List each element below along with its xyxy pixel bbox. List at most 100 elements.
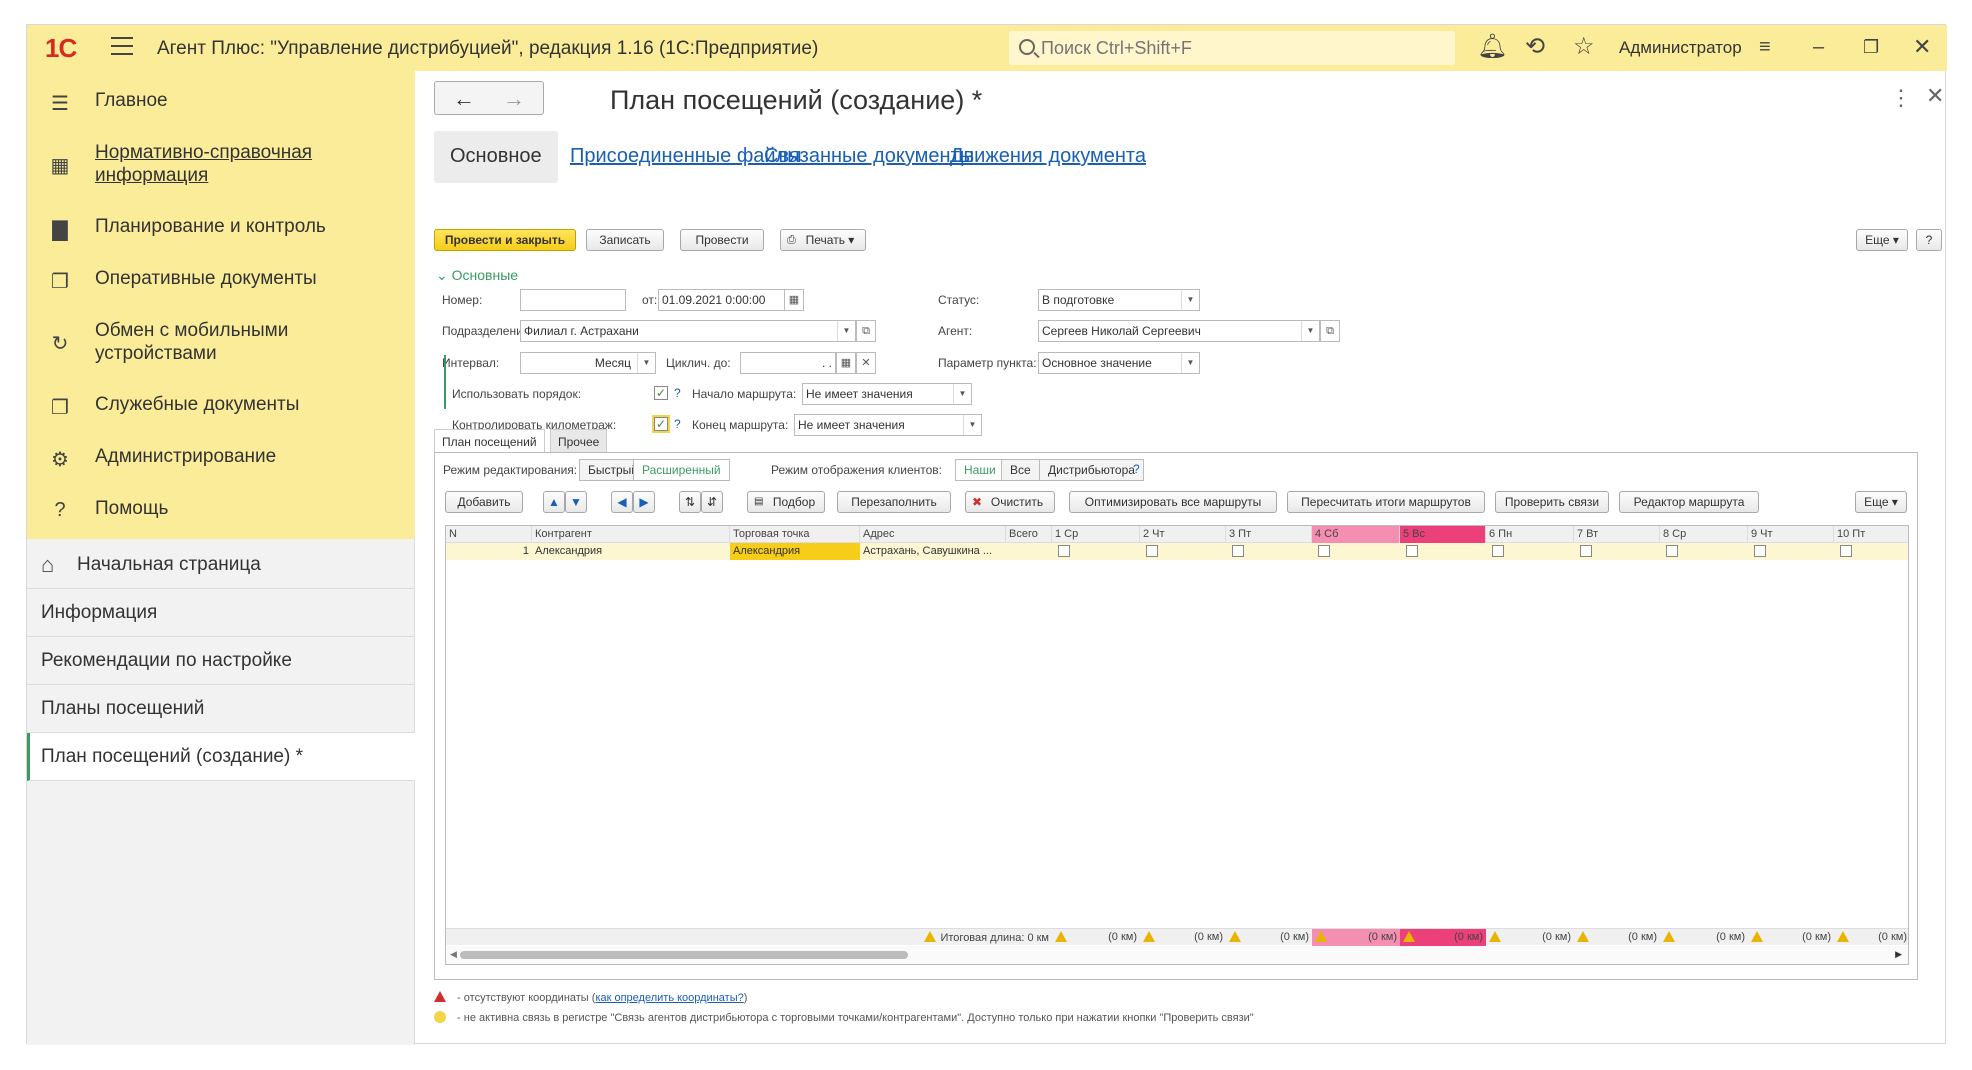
point-param-select[interactable]: Основное значение ▼ <box>1038 352 1200 374</box>
col-day8[interactable]: 8 Ср <box>1660 526 1748 543</box>
bell-icon[interactable]: 🔔︎ <box>1477 34 1507 60</box>
cell-address[interactable]: Астрахань, Савушкина ... <box>860 543 1006 560</box>
move-right-icon[interactable]: ▶ <box>633 491 655 513</box>
table-row[interactable]: 1 Александрия Александрия Астрахань, Сав… <box>446 543 1908 560</box>
move-down-icon[interactable]: ▼ <box>565 491 587 513</box>
move-left-icon[interactable]: ◀ <box>611 491 633 513</box>
col-day1[interactable]: 1 Ср <box>1052 526 1140 543</box>
client-mode-distributor[interactable]: Дистрибьютора <box>1039 459 1144 481</box>
day8-checkbox[interactable] <box>1666 545 1678 557</box>
open-tab-visit-plan-create[interactable]: План посещений (создание) * <box>27 733 415 781</box>
coordinates-help-link[interactable]: как определить координаты? <box>595 992 743 1004</box>
status-select[interactable]: В подготовке ▼ <box>1038 289 1200 311</box>
client-mode-all[interactable]: Все <box>1001 459 1040 481</box>
col-outlet[interactable]: Торговая точка <box>730 526 860 543</box>
user-name[interactable]: Администратор <box>1619 38 1742 58</box>
more-vertical-icon[interactable]: ⋮ <box>1890 85 1912 111</box>
section-header[interactable]: ⌄ Основные <box>436 267 518 284</box>
day6-checkbox[interactable] <box>1492 545 1504 557</box>
use-order-checkbox[interactable]: ✓ <box>654 386 668 400</box>
clear-icon[interactable]: ✕ <box>856 352 876 374</box>
close-window-icon[interactable]: ✕ <box>1913 34 1931 60</box>
route-end-select[interactable]: Не имеет значения ▼ <box>794 414 982 436</box>
col-day4[interactable]: 4 Сб <box>1312 526 1400 543</box>
refill-button[interactable]: Перезаполнить <box>837 491 951 513</box>
tab-main[interactable]: Основное <box>434 131 558 183</box>
col-day3[interactable]: 3 Пт <box>1226 526 1312 543</box>
pick-button[interactable]: ▤ Подбор <box>747 491 825 513</box>
open-tab-recommendations[interactable]: Рекомендации по настройке <box>27 637 415 685</box>
help-question-icon[interactable]: ? <box>1133 462 1140 476</box>
open-link-icon[interactable]: ⧉ <box>856 320 876 342</box>
day9-checkbox[interactable] <box>1754 545 1766 557</box>
search-input[interactable] <box>1041 35 1441 61</box>
close-form-icon[interactable]: ✕ <box>1926 83 1944 109</box>
post-and-close-button[interactable]: Провести и закрыть <box>434 229 576 251</box>
clear-button[interactable]: ✖ Очистить <box>965 491 1055 513</box>
history-icon[interactable]: ⟲ <box>1525 34 1545 60</box>
col-total[interactable]: Всего <box>1006 526 1052 543</box>
tab-document-movements[interactable]: Движения документа <box>934 131 1162 183</box>
calendar-icon[interactable]: ▦ <box>836 352 856 374</box>
print-button[interactable]: ⎙ Печать ▾ <box>780 229 866 251</box>
help-question-icon[interactable]: ? <box>674 386 681 400</box>
tab-visit-plan[interactable]: План посещений <box>434 429 545 453</box>
division-select[interactable]: Филиал г. Астрахани ▼ <box>520 320 856 342</box>
col-day6[interactable]: 6 Пн <box>1486 526 1574 543</box>
day4-checkbox[interactable] <box>1318 545 1330 557</box>
day3-checkbox[interactable] <box>1232 545 1244 557</box>
cell-outlet[interactable]: Александрия <box>730 543 860 560</box>
open-link-icon[interactable]: ⧉ <box>1320 320 1340 342</box>
scroll-thumb[interactable] <box>460 951 908 959</box>
col-day5[interactable]: 5 Вс <box>1400 526 1486 543</box>
agent-select[interactable]: Сергеев Николай Сергеевич ▼ <box>1038 320 1320 342</box>
visits-table[interactable]: N Контрагент Торговая точка Адрес Всего … <box>445 525 1909 965</box>
day2-checkbox[interactable] <box>1146 545 1158 557</box>
calendar-icon[interactable]: ▦ <box>784 289 804 311</box>
tab-other[interactable]: Прочее <box>550 429 608 453</box>
horizontal-scrollbar[interactable]: ◀ ▶ <box>446 946 1908 964</box>
move-up-icon[interactable]: ▲ <box>543 491 565 513</box>
col-day10[interactable]: 10 Пт <box>1834 526 1908 543</box>
minimize-icon[interactable]: – <box>1813 34 1824 60</box>
number-field[interactable] <box>520 289 626 311</box>
col-day2[interactable]: 2 Чт <box>1140 526 1226 543</box>
day7-checkbox[interactable] <box>1580 545 1592 557</box>
edit-mode-extended[interactable]: Расширенный <box>633 459 730 481</box>
open-tab-home[interactable]: ⌂ Начальная страница <box>27 541 415 589</box>
col-day9[interactable]: 9 Чт <box>1748 526 1834 543</box>
post-button[interactable]: Провести <box>680 229 764 251</box>
help-question-icon[interactable]: ? <box>674 417 681 431</box>
col-day7[interactable]: 7 Вт <box>1574 526 1660 543</box>
back-arrow-icon[interactable]: ← <box>453 86 475 112</box>
recalc-totals-button[interactable]: Пересчитать итоги маршрутов <box>1287 491 1485 513</box>
day5-checkbox[interactable] <box>1406 545 1418 557</box>
main-menu-icon[interactable] <box>111 37 133 55</box>
more-button[interactable]: Еще ▾ <box>1856 229 1908 251</box>
save-button[interactable]: Записать <box>586 229 664 251</box>
day10-checkbox[interactable] <box>1840 545 1852 557</box>
route-start-select[interactable]: Не имеет значения ▼ <box>802 383 972 405</box>
date-field[interactable]: 01.09.2021 0:00:00 <box>658 289 786 311</box>
global-search[interactable] <box>1009 31 1455 65</box>
open-tab-visit-plans[interactable]: Планы посещений <box>27 685 415 733</box>
settings-lines-icon[interactable]: ≡ <box>1759 34 1771 60</box>
restore-icon[interactable]: ❐ <box>1863 34 1879 60</box>
star-icon[interactable]: ☆ <box>1573 34 1595 60</box>
cell-counterparty[interactable]: Александрия <box>532 543 730 560</box>
check-links-button[interactable]: Проверить связи <box>1495 491 1609 513</box>
help-button[interactable]: ? <box>1916 229 1942 251</box>
scroll-left-icon[interactable]: ◀ <box>450 949 457 960</box>
interval-select[interactable]: Месяц ▼ <box>520 352 656 374</box>
open-tab-information[interactable]: Информация <box>27 589 415 637</box>
cyclic-date-field[interactable]: . . <box>740 352 836 374</box>
route-editor-button[interactable]: Редактор маршрута <box>1619 491 1759 513</box>
add-row-button[interactable]: Добавить <box>445 491 523 513</box>
col-n[interactable]: N <box>446 526 532 543</box>
col-counterparty[interactable]: Контрагент <box>532 526 730 543</box>
optimize-routes-button[interactable]: Оптимизировать все маршруты <box>1069 491 1277 513</box>
day1-checkbox[interactable] <box>1058 545 1070 557</box>
grid-more-button[interactable]: Еще ▾ <box>1855 491 1907 513</box>
scroll-right-icon[interactable]: ▶ <box>1895 949 1902 960</box>
sort-ascending-icon[interactable]: ⇅ <box>679 491 701 513</box>
